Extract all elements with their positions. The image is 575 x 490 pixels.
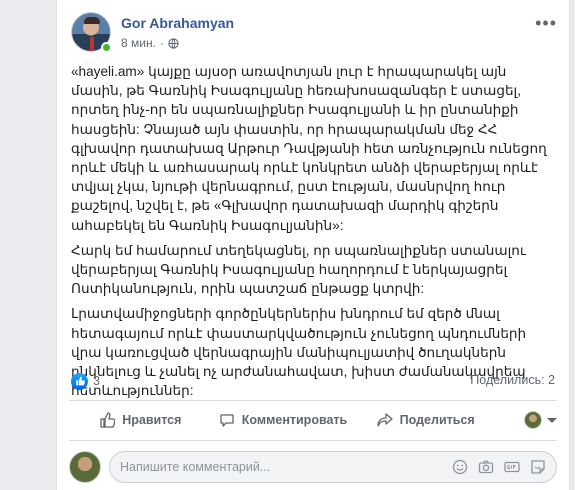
action-bar: Нравится Комментировать Поделиться	[69, 404, 558, 436]
chevron-down-icon	[547, 417, 558, 423]
comment-composer: Напишите комментарий...	[69, 450, 557, 484]
share-icon	[377, 413, 393, 427]
post-time[interactable]: 8 мин.	[121, 36, 156, 50]
comment-label: Комментировать	[241, 413, 348, 427]
post-paragraph: «hayeli.am» կայքը այսօր առավոտյան լուր է…	[71, 64, 547, 233]
commenter-avatar[interactable]	[69, 451, 101, 483]
like-label: Нравится	[122, 413, 182, 427]
post-header: Gor Abrahamyan 8 мин. · •••	[71, 12, 557, 56]
camera-icon[interactable]	[478, 459, 494, 475]
page-background	[570, 0, 575, 490]
divider	[69, 400, 557, 401]
author-name[interactable]: Gor Abrahamyan	[121, 15, 234, 31]
comment-placeholder: Напишите комментарий...	[120, 460, 271, 474]
share-count[interactable]: Поделились: 2	[470, 373, 555, 387]
online-status-icon	[101, 42, 112, 53]
gif-icon[interactable]	[504, 459, 520, 475]
like-button[interactable]: Нравится	[69, 404, 212, 436]
divider	[69, 440, 557, 441]
viewer-avatar	[524, 411, 543, 429]
comment-icon	[220, 414, 234, 427]
sticker-icon[interactable]	[530, 459, 546, 475]
comment-input[interactable]: Напишите комментарий...	[109, 451, 557, 483]
globe-icon[interactable]	[168, 37, 179, 49]
like-icon	[100, 412, 116, 428]
share-button[interactable]: Поделиться	[354, 404, 497, 436]
more-options-icon[interactable]: •••	[535, 14, 557, 32]
post-card: Gor Abrahamyan 8 мин. · ••• «hayeli.am» …	[56, 0, 570, 490]
comment-tools	[452, 459, 546, 475]
post-meta: 8 мин. ·	[121, 36, 179, 50]
share-label: Поделиться	[399, 413, 475, 427]
post-paragraph: Հարկ եմ համարում տեղեկացնել, որ սպառնալի…	[71, 242, 526, 297]
like-count: 3	[93, 374, 100, 388]
comment-button[interactable]: Комментировать	[212, 404, 355, 436]
post-body: «hayeli.am» կայքը այսօր առավոտյան լուր է…	[71, 62, 557, 406]
emoji-icon[interactable]	[452, 459, 468, 475]
reaction-summary[interactable]: 3	[71, 372, 100, 390]
like-reaction-icon	[71, 372, 88, 390]
post-as-selector[interactable]	[497, 411, 558, 429]
